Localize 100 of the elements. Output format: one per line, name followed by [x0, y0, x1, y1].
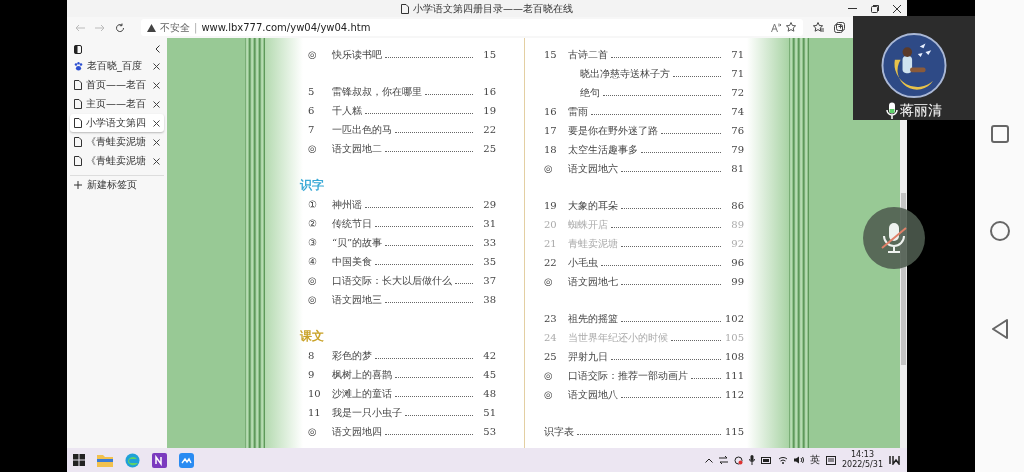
lesson-title[interactable]: 语文园地二	[332, 141, 382, 156]
microphone-muted-icon	[880, 222, 908, 254]
back-icon[interactable]	[990, 319, 1009, 339]
close-icon[interactable]	[153, 60, 160, 72]
lesson-title[interactable]: 晓出净慈寺送林子方	[580, 66, 670, 81]
lesson-title[interactable]: 大象的耳朵	[568, 198, 618, 213]
recent-apps-icon[interactable]	[990, 125, 1009, 143]
lesson-title[interactable]: 语文园地七	[568, 274, 618, 289]
close-icon[interactable]	[153, 79, 160, 91]
folder-icon[interactable]	[97, 453, 113, 467]
lesson-title[interactable]: 绝句	[580, 85, 600, 100]
lesson-number: 22	[544, 257, 558, 268]
page-number: 53	[482, 426, 496, 437]
battery-icon[interactable]	[760, 456, 772, 464]
sidebar-tab[interactable]: 《青蛙卖泥塘	[70, 133, 164, 151]
lesson-number: 7	[308, 124, 316, 135]
lesson-title[interactable]: 语文园地八	[568, 387, 618, 402]
lesson-title[interactable]: 古诗二首	[568, 47, 608, 62]
lesson-title[interactable]: 口语交际：长大以后做什么	[332, 273, 452, 288]
tab-panel-icon[interactable]	[74, 44, 82, 54]
cloud-app-icon[interactable]	[179, 452, 194, 468]
start-icon[interactable]	[73, 454, 85, 466]
lesson-title[interactable]: 中国美食	[332, 254, 372, 269]
notification-icon[interactable]	[889, 455, 901, 465]
address-field[interactable]: 不安全 | www.lbx777.com/yw04/yw04.htm	[141, 19, 803, 36]
tab-title: 老百晓_百度	[87, 59, 143, 73]
lesson-title[interactable]: 枫树上的喜鹊	[332, 367, 392, 382]
lesson-title[interactable]: 彩色的梦	[332, 348, 372, 363]
wifi-icon[interactable]	[777, 456, 788, 464]
lesson-title[interactable]: 千人糕	[332, 103, 362, 118]
close-icon[interactable]	[153, 136, 160, 148]
lesson-title[interactable]: 太空生活趣事多	[568, 142, 638, 157]
close-icon[interactable]	[893, 4, 901, 13]
lesson-title[interactable]: 语文园地四	[332, 424, 382, 439]
lesson-title[interactable]: 快乐读书吧	[332, 47, 382, 62]
page-number: 81	[730, 163, 744, 174]
tab-title: 首页——老百	[86, 78, 147, 92]
lesson-number: 25	[544, 351, 558, 362]
speaker-icon[interactable]	[793, 456, 804, 464]
lesson-number: ◎	[308, 275, 318, 286]
microphone-icon[interactable]	[748, 455, 755, 465]
lesson-number: ◎	[544, 370, 554, 381]
lesson-title[interactable]: 语文园地三	[332, 292, 382, 307]
clock[interactable]: 14:13 2022/5/31	[841, 450, 883, 470]
close-icon[interactable]	[153, 155, 160, 167]
refresh-icon[interactable]	[115, 22, 125, 33]
lesson-number: ◎	[544, 276, 554, 287]
lesson-title[interactable]: 祖先的摇篮	[568, 311, 618, 326]
dot-leader	[425, 94, 473, 95]
lesson-title[interactable]: 语文园地六	[568, 161, 618, 176]
read-aloud-icon[interactable]	[771, 23, 782, 32]
dot-leader	[455, 283, 473, 284]
notebook-icon[interactable]	[152, 452, 167, 468]
page-number: 76	[730, 125, 744, 136]
chevron-up-icon[interactable]	[704, 457, 713, 463]
sidebar-tab[interactable]: 主页——老百	[70, 95, 164, 113]
lesson-title[interactable]: 雷锋叔叔，你在哪里	[332, 84, 422, 99]
lesson-title[interactable]: 雷雨	[568, 104, 588, 119]
app-tray-icon[interactable]	[733, 455, 743, 465]
close-icon[interactable]	[153, 117, 160, 129]
sidebar-tab[interactable]: 小学语文第四	[70, 114, 164, 132]
lesson-title[interactable]: 口语交际：推荐一部动画片	[568, 368, 688, 383]
lesson-title[interactable]: 识字表	[544, 424, 574, 439]
page-number: 92	[730, 238, 744, 249]
sidebar-tab[interactable]: 首页——老百	[70, 76, 164, 94]
sync-icon[interactable]	[718, 456, 728, 464]
lesson-title[interactable]: 要是你在野外迷了路	[568, 123, 658, 138]
sidebar-tab[interactable]: 《青蛙卖泥塘	[70, 152, 164, 170]
page-number: 25	[482, 143, 496, 154]
new-tab-button[interactable]: 新建标签页	[70, 175, 164, 194]
home-icon[interactable]	[989, 221, 1010, 241]
lesson-title[interactable]: 我是一只小虫子	[332, 405, 402, 420]
restore-icon[interactable]	[871, 4, 879, 13]
dot-leader	[673, 76, 721, 77]
collapse-icon[interactable]	[155, 45, 160, 53]
sidebar-tab[interactable]: 老百晓_百度	[70, 57, 164, 75]
minimize-icon[interactable]	[848, 7, 857, 10]
paw-icon	[74, 61, 83, 71]
lesson-title[interactable]: 羿射九日	[568, 349, 608, 364]
lesson-title[interactable]: “贝”的故事	[332, 235, 383, 250]
lesson-number: 9	[308, 369, 316, 380]
lesson-title[interactable]: 沙滩上的童话	[332, 386, 392, 401]
lesson-number: 8	[308, 350, 316, 361]
favorites-icon[interactable]	[813, 22, 824, 33]
page-number: 102	[724, 313, 744, 324]
star-plus-icon[interactable]	[786, 22, 797, 33]
lesson-title[interactable]: 神州谣	[332, 197, 362, 212]
lesson-title[interactable]: 一匹出色的马	[332, 122, 392, 137]
collections-icon[interactable]	[834, 22, 845, 33]
page-icon	[401, 3, 409, 14]
lesson-number: 18	[544, 144, 558, 155]
lesson-title[interactable]: 传统节日	[332, 216, 372, 231]
lesson-number: 21	[544, 238, 558, 249]
input-method[interactable]: 英	[809, 453, 820, 467]
lesson-number: ◎	[544, 163, 554, 174]
page-number: 31	[482, 218, 496, 229]
close-icon[interactable]	[153, 98, 160, 110]
lesson-title[interactable]: 小毛虫	[568, 255, 598, 270]
keyboard-icon[interactable]	[825, 455, 836, 465]
lesson-number: 10	[308, 388, 322, 399]
